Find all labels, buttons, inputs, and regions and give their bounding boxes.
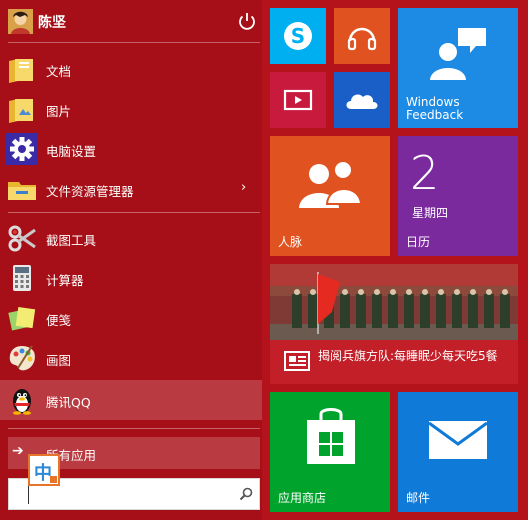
tile-people[interactable]: 人脉 [270,136,390,256]
mail-envelope-icon [428,421,488,459]
headphones-icon [347,27,377,51]
pictures-folder-icon [9,99,33,123]
menu-item-label: 文档 [46,64,72,79]
menu-item-pc-settings[interactable]: 电脑设置 [0,129,262,169]
menu-item-label: 电脑设置 [46,144,97,159]
file-explorer-icon [8,182,36,200]
tile-store[interactable]: 应用商店 [270,392,390,512]
search-icon[interactable] [238,486,254,502]
tile-label: 日历 [406,235,431,249]
calendar-weekday: 星期四 [412,206,449,220]
svg-text:S: S [291,24,305,48]
menu-item-calculator[interactable]: 计算器 [0,258,262,298]
user-name: 陈坚 [38,15,66,31]
divider [8,42,260,43]
menu-item-file-explorer[interactable]: 文件资源管理器 › [0,169,262,209]
divider [8,428,260,429]
menu-item-label: 截图工具 [46,233,97,248]
submenu-arrow-icon[interactable]: › [241,180,246,195]
menu-item-label: 文件资源管理器 [46,184,134,199]
menu-item-snipping-tool[interactable]: 截图工具 [0,218,262,258]
calendar-date: 2 [410,146,440,200]
user-account[interactable]: 陈坚 [0,0,262,42]
user-avatar-icon [8,9,33,34]
tile-label: 人脉 [278,235,303,249]
menu-item-label: 画图 [46,353,72,368]
menu-item-paint[interactable]: 画图 [0,338,262,378]
tile-label: 邮件 [406,491,431,505]
menu-item-qq[interactable]: 腾讯QQ [0,380,262,420]
tile-label: 应用商店 [278,491,327,505]
power-icon[interactable] [234,8,260,34]
pc-settings-gear-icon [6,133,38,165]
news-photo [270,264,518,344]
arrow-right-icon: ➔ [12,443,24,459]
tile-windows-feedback[interactable]: Windows Feedback [398,8,518,128]
ime-indicator[interactable]: 中 [28,454,60,486]
menu-item-label: 图片 [46,104,72,119]
qq-penguin-icon [13,389,31,415]
start-menu-left-pane: 陈坚 文档 图片 电脑设置 文件资源管理器 › 截图工具 计算器 便笺 画图 腾… [0,0,262,520]
tile-video[interactable] [270,72,326,128]
tile-news[interactable]: 揭阅兵旗方队:每睡眠少每天吃5餐 [270,264,518,384]
tile-calendar[interactable]: 2 星期四 日历 [398,136,518,256]
menu-item-label: 计算器 [46,273,84,288]
tile-skype[interactable]: S [270,8,326,64]
tile-onedrive[interactable] [334,72,390,128]
paint-palette-icon [9,345,35,371]
tile-mail[interactable]: 邮件 [398,392,518,512]
menu-item-label: 便笺 [46,313,72,328]
store-bag-icon [307,408,355,464]
news-headline: 揭阅兵旗方队:每睡眠少每天吃5餐 [318,349,498,363]
sticky-notes-icon [8,306,36,331]
tile-label: Windows Feedback [406,95,464,122]
video-player-icon [283,89,313,111]
feedback-people-icon [430,28,486,80]
snipping-tool-icon [8,225,36,252]
tile-music[interactable] [334,8,390,64]
text-caret [28,486,29,504]
documents-folder-icon [9,59,33,83]
cloud-icon [346,94,378,109]
menu-item-documents[interactable]: 文档 [0,49,262,89]
people-icon [299,160,363,208]
menu-item-sticky-notes[interactable]: 便笺 [0,298,262,338]
menu-item-pictures[interactable]: 图片 [0,89,262,129]
ime-corner-mark [50,476,57,483]
skype-icon: S [284,22,312,50]
calculator-icon [13,265,31,291]
menu-item-label: 腾讯QQ [46,395,91,410]
news-icon [284,351,310,371]
divider [8,212,260,213]
